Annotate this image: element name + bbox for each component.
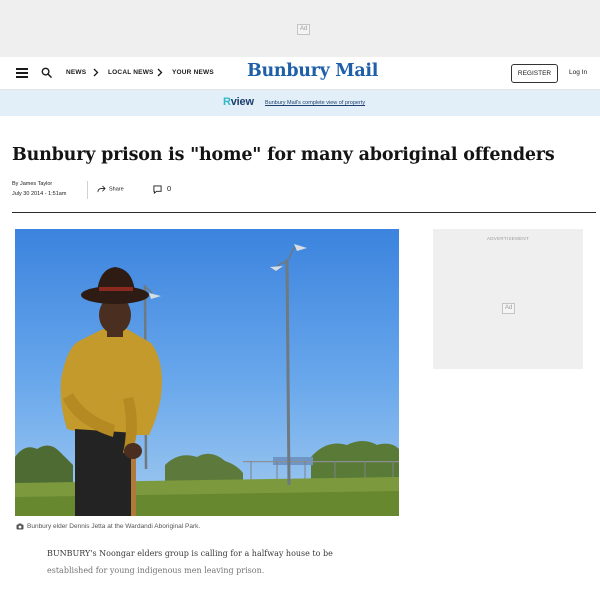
chevron-right-icon	[93, 68, 99, 77]
ad-badge: Ad	[502, 303, 516, 314]
article-hero-image[interactable]	[15, 229, 399, 516]
menu-icon[interactable]	[16, 68, 28, 78]
comments-button[interactable]: 0	[153, 184, 171, 194]
hero-photo-illustration	[15, 229, 399, 516]
view-logo-text: view	[230, 96, 254, 108]
view-logo-mark: R	[223, 96, 231, 108]
author-byline[interactable]: By James Taylor	[12, 181, 52, 187]
ad-badge: Ad	[297, 24, 311, 35]
paywall-fade	[0, 556, 600, 600]
sidebar-ad[interactable]: ADVERTISEMENT Ad	[433, 229, 583, 369]
property-promo-banner[interactable]: Rview Bunbury Mail's complete view of pr…	[0, 90, 600, 116]
header-rule	[12, 212, 596, 213]
nav-link-local-news[interactable]: LOCAL NEWS	[108, 69, 154, 76]
advertisement-label: ADVERTISEMENT	[486, 236, 530, 241]
publish-date: July 30 2014 - 1:51am	[12, 191, 67, 197]
site-logo[interactable]: Bunbury Mail	[247, 61, 378, 81]
comment-icon	[153, 184, 162, 194]
register-button[interactable]: REGISTER	[511, 64, 558, 83]
article-headline: Bunbury prison is "home" for many aborig…	[12, 145, 555, 165]
share-icon	[97, 185, 106, 193]
property-promo-link[interactable]: Bunbury Mail's complete view of property	[265, 100, 365, 106]
comment-count: 0	[167, 184, 172, 193]
site-header: NEWS LOCAL NEWS YOUR NEWS Bunbury Mail R…	[0, 57, 600, 90]
view-logo: Rview	[223, 96, 254, 108]
caption-text: Bunbury elder Dennis Jetta at the Wardan…	[27, 523, 201, 531]
search-icon[interactable]	[41, 67, 52, 78]
image-caption: Bunbury elder Dennis Jetta at the Wardan…	[16, 523, 200, 530]
share-button[interactable]: Share	[97, 185, 124, 193]
login-link[interactable]: Log In	[569, 69, 587, 76]
camera-icon	[16, 523, 24, 530]
nav-link-your-news[interactable]: YOUR NEWS	[172, 69, 214, 76]
meta-divider	[87, 181, 88, 199]
chevron-right-icon	[157, 68, 163, 77]
nav-link-news[interactable]: NEWS	[66, 69, 86, 76]
top-ad-banner[interactable]: Ad	[0, 0, 600, 57]
share-label: Share	[109, 186, 124, 193]
